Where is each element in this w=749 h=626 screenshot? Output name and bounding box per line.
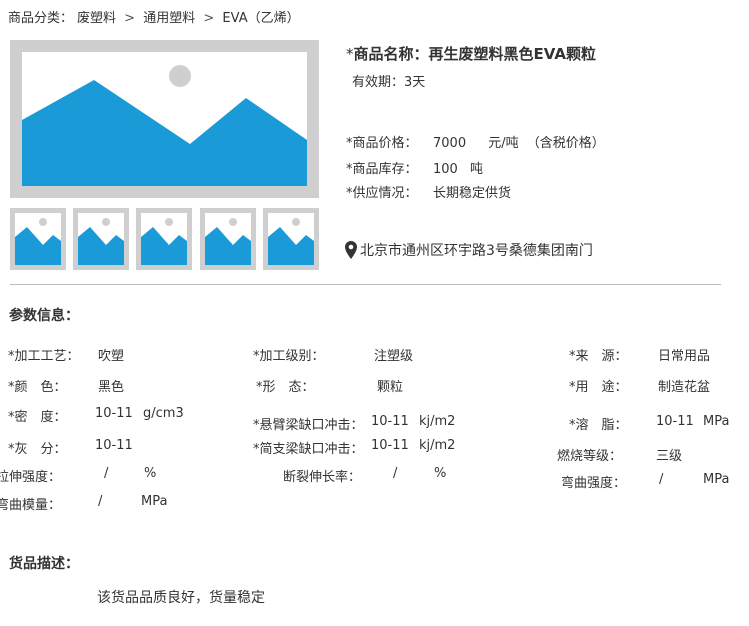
tensile-label: 拉伸强度： — [0, 470, 62, 485]
landscape-placeholder-icon — [22, 65, 307, 186]
thumbnail-3[interactable] — [136, 208, 192, 270]
breadcrumb-separator: > — [203, 11, 215, 26]
landscape-placeholder-icon — [268, 218, 314, 265]
elongation-unit: % — [434, 466, 447, 481]
tensile-unit: % — [144, 466, 157, 481]
tensile-value: / — [104, 466, 109, 481]
thumbnail-5[interactable] — [263, 208, 319, 270]
stock-label: *商品库存： — [346, 162, 418, 177]
flame-value: 三级 — [656, 449, 683, 464]
description-text: 该货品品质良好，货量稳定 — [97, 590, 265, 606]
flex-strength-label: 弯曲强度： — [561, 476, 627, 491]
simple-beam-label: *简支梁缺口冲击： — [253, 442, 364, 457]
breadcrumb-item-eva[interactable]: EVA（乙烯） — [222, 11, 299, 26]
density-unit: g/cm3 — [143, 406, 184, 421]
melt-label: *溶 脂： — [569, 418, 628, 433]
price-label: *商品价格： — [346, 136, 418, 151]
flex-modulus-label: 弯曲模量： — [0, 498, 62, 513]
address-text: 北京市通州区环宇路3号桑德集团南门 — [360, 243, 593, 259]
required-star: * — [346, 45, 354, 63]
flex-modulus-value: / — [98, 494, 103, 509]
flex-strength-value: / — [659, 472, 664, 487]
landscape-placeholder-icon — [15, 218, 61, 265]
product-title: *商品名称：再生废塑料黑色EVA颗粒 — [346, 43, 596, 64]
validity: 有效期：3天 — [352, 75, 426, 90]
price-value: 7000 — [433, 136, 467, 151]
thumbnail-2[interactable] — [73, 208, 129, 270]
usage-label: *用 途： — [569, 380, 628, 395]
landscape-placeholder-icon — [205, 218, 251, 265]
thumbnail-4[interactable] — [200, 208, 256, 270]
supply-value: 长期稳定供货 — [433, 186, 512, 201]
process-label: *加工工艺： — [8, 349, 80, 364]
process-value: 吹塑 — [98, 349, 125, 364]
map-pin-icon — [345, 241, 357, 259]
product-title-text: 商品名称：再生废塑料黑色EVA颗粒 — [353, 45, 596, 63]
grade-value: 注塑级 — [374, 349, 414, 364]
params-title: 参数信息： — [9, 308, 79, 324]
density-label: *密 度： — [8, 410, 67, 425]
simple-beam-unit: kj/m2 — [419, 438, 456, 453]
flex-modulus-unit: MPa — [141, 494, 168, 509]
flame-label: 燃烧等级： — [557, 449, 623, 464]
simple-beam-value: 10-11 — [371, 438, 409, 453]
price-unit: 元/吨 — [488, 136, 519, 151]
landscape-placeholder-icon — [78, 218, 124, 265]
stock-unit: 吨 — [469, 162, 483, 177]
form-value: 颗粒 — [377, 380, 404, 395]
main-product-image[interactable] — [10, 40, 319, 198]
ash-label: *灰 分： — [8, 442, 67, 457]
thumbnail-1[interactable] — [10, 208, 66, 270]
breadcrumb: 商品分类： 废塑料 > 通用塑料 > EVA（乙烯） — [8, 7, 304, 26]
ash-value: 10-11 — [95, 438, 133, 453]
melt-value: 10-11 — [656, 414, 694, 429]
usage-value: 制造花盆 — [658, 380, 711, 395]
elongation-value: / — [393, 466, 398, 481]
color-label: *颜 色： — [8, 380, 67, 395]
elongation-label: 断裂伸长率： — [283, 470, 362, 485]
source-label: *来 源： — [569, 349, 628, 364]
divider — [10, 284, 721, 285]
breadcrumb-label: 商品分类： — [8, 11, 74, 26]
melt-unit: MPa — [703, 414, 730, 429]
grade-label: *加工级别： — [253, 349, 325, 364]
form-label: *形 态： — [256, 380, 315, 395]
cantilever-label: *悬臂梁缺口冲击： — [253, 418, 364, 433]
stock-row: 100 吨 — [433, 158, 483, 177]
price-note: （含税价格） — [526, 136, 605, 151]
breadcrumb-item-tongyongsuliao[interactable]: 通用塑料 — [143, 11, 195, 26]
cantilever-unit: kj/m2 — [419, 414, 456, 429]
stock-value: 100 — [433, 162, 458, 177]
density-value: 10-11 — [95, 406, 133, 421]
supply-label: *供应情况： — [346, 186, 418, 201]
breadcrumb-separator: > — [124, 11, 136, 26]
landscape-placeholder-icon — [141, 218, 187, 265]
address: 北京市通州区环宇路3号桑德集团南门 — [345, 240, 593, 260]
source-value: 日常用品 — [658, 349, 711, 364]
flex-strength-unit: MPa — [703, 472, 730, 487]
price-row: 7000 元/吨 （含税价格） — [433, 132, 605, 151]
color-value: 黑色 — [98, 380, 125, 395]
description-title: 货品描述： — [9, 556, 79, 572]
breadcrumb-item-feisuliao[interactable]: 废塑料 — [77, 11, 116, 26]
cantilever-value: 10-11 — [371, 414, 409, 429]
